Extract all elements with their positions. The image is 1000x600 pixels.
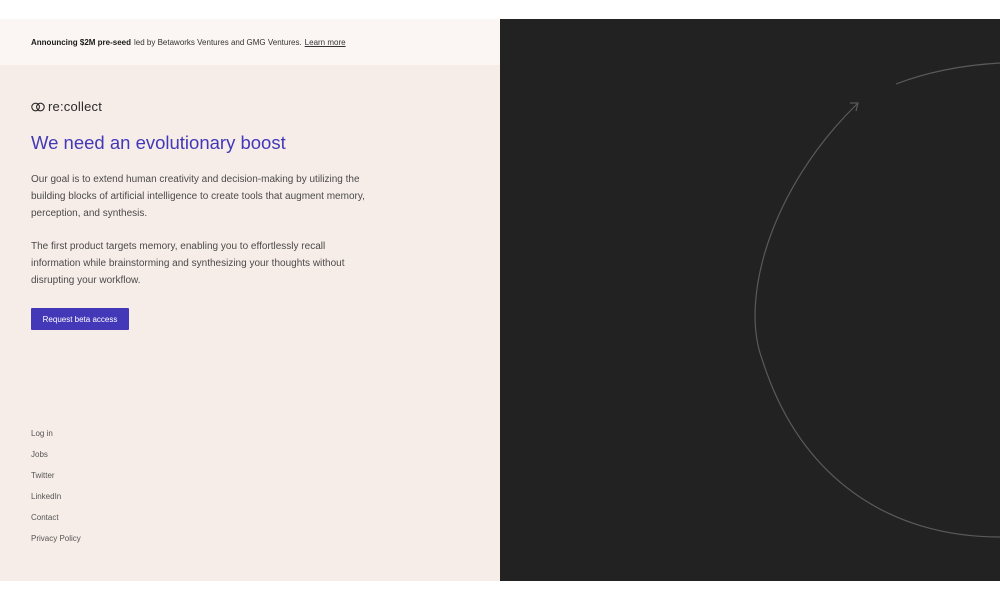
decorative-arc-arrow: [754, 62, 1000, 538]
announcement-banner: Announcing $2M pre-seed led by Betaworks…: [0, 19, 500, 65]
footer-link-twitter[interactable]: Twitter: [31, 469, 81, 490]
footer-links: Log in Jobs Twitter LinkedIn Contact Pri…: [31, 427, 81, 553]
arc-top-stroke: [895, 62, 1000, 85]
learn-more-link[interactable]: Learn more: [305, 38, 346, 47]
footer-link-log-in[interactable]: Log in: [31, 427, 81, 448]
intro-paragraph: Our goal is to extend human creativity a…: [31, 174, 365, 219]
left-panel: Announcing $2M pre-seed led by Betaworks…: [0, 19, 500, 581]
brand-name: re:collect: [48, 99, 103, 114]
brand-logo[interactable]: re:collect: [31, 99, 102, 114]
right-panel: [500, 19, 1000, 581]
page-frame: Announcing $2M pre-seed led by Betaworks…: [0, 19, 1000, 581]
product-paragraph: The first product targets memory, enabli…: [31, 241, 345, 286]
announcement-text: led by Betaworks Ventures and GMG Ventur…: [134, 37, 302, 47]
interlocking-rings-icon: [31, 102, 45, 111]
request-beta-access-button[interactable]: Request beta access: [31, 308, 129, 330]
footer-link-jobs[interactable]: Jobs: [31, 448, 81, 469]
page-title: We need an evolutionary boost: [31, 132, 286, 153]
footer-link-linkedin[interactable]: LinkedIn: [31, 490, 81, 511]
announcement-bold: Announcing $2M pre-seed: [31, 37, 132, 47]
footer-link-contact[interactable]: Contact: [31, 511, 81, 532]
arc-main-stroke: [754, 103, 1000, 538]
footer-link-privacy-policy[interactable]: Privacy Policy: [31, 532, 81, 553]
